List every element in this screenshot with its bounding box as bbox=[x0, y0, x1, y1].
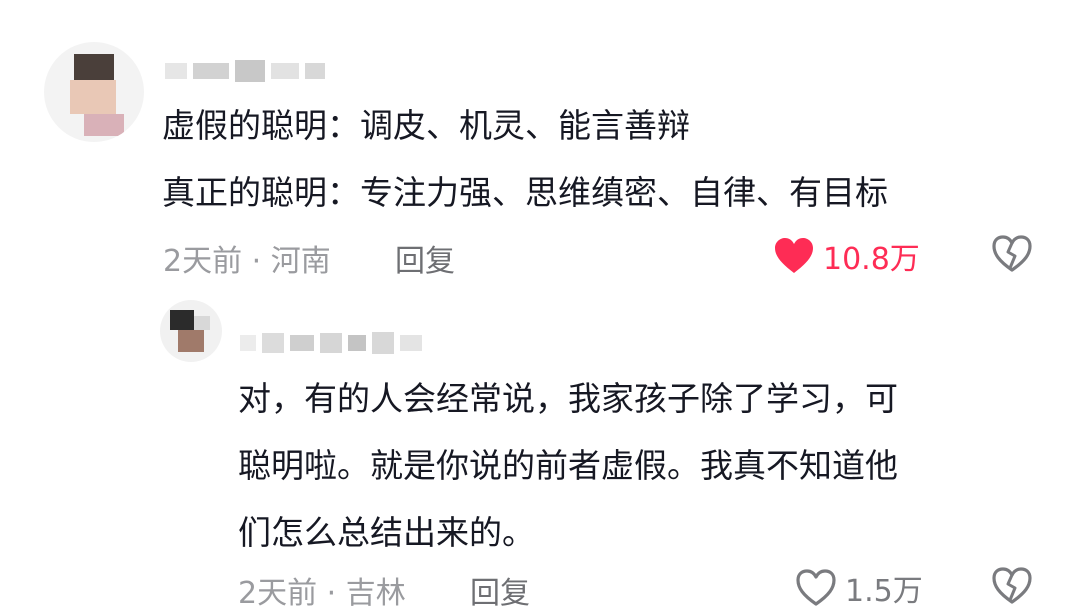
avatar-mosaic-block bbox=[170, 310, 194, 330]
avatar-mosaic-block bbox=[74, 54, 114, 80]
broken-heart-icon[interactable] bbox=[991, 235, 1033, 273]
commenter-username[interactable] bbox=[165, 58, 325, 84]
avatar-mosaic-block bbox=[70, 80, 116, 114]
commenter-avatar[interactable] bbox=[44, 42, 144, 142]
avatar-mosaic-block bbox=[178, 330, 204, 352]
replier-avatar[interactable] bbox=[160, 300, 222, 362]
heart-outline-icon bbox=[796, 569, 836, 606]
heart-filled-icon bbox=[775, 238, 813, 273]
reply-button[interactable]: 回复 bbox=[395, 236, 455, 280]
comment-meta: 2天前 · 河南 bbox=[163, 236, 331, 280]
like-button[interactable]: 10.8万 bbox=[773, 234, 920, 278]
comment-time: 2天前 bbox=[163, 244, 243, 279]
reply-like-button[interactable]: 1.5万 bbox=[795, 566, 923, 610]
comment-location: 河南 bbox=[270, 244, 331, 279]
reply-time: 2天前 bbox=[238, 576, 318, 611]
reply-to-reply-button[interactable]: 回复 bbox=[470, 568, 530, 612]
meta-separator: · bbox=[251, 244, 262, 279]
replier-username[interactable] bbox=[240, 330, 422, 356]
reply-meta: 2天前 · 吉林 bbox=[238, 568, 406, 612]
reply-text: 对，有的人会经常说，我家孩子除了学习，可 聪明啦。就是你说的前者虚假。我真不知道… bbox=[238, 379, 898, 552]
reply-like-count: 1.5万 bbox=[845, 574, 923, 609]
avatar-mosaic-block bbox=[194, 316, 210, 330]
broken-heart-icon[interactable] bbox=[991, 567, 1033, 605]
avatar-mosaic-block bbox=[84, 114, 124, 136]
like-count: 10.8万 bbox=[823, 242, 920, 277]
meta-separator: · bbox=[326, 576, 337, 611]
reply-location: 吉林 bbox=[345, 576, 406, 611]
comment-text: 虚假的聪明：调皮、机灵、能言善辩 真正的聪明：专注力强、思维缜密、自律、有目标 bbox=[162, 106, 888, 212]
